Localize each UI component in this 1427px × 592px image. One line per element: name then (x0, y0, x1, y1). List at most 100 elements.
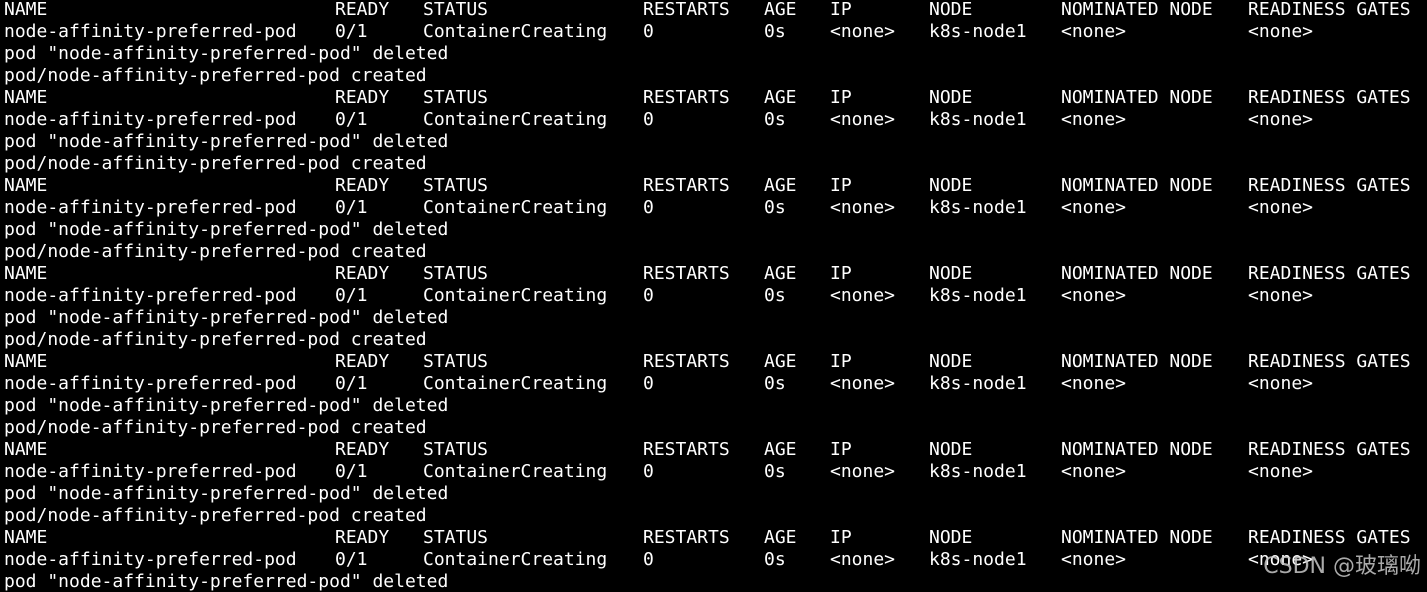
header-age: AGE (764, 175, 797, 196)
pod-ip: <none> (830, 461, 896, 482)
pod-nominated-node: <none> (1061, 373, 1127, 394)
deleted-message: pod "node-affinity-preferred-pod" delete… (4, 307, 449, 328)
watermark: CSDN @玻璃呦 (1263, 554, 1421, 579)
created-message: pod/node-affinity-preferred-pod created (4, 153, 427, 174)
pod-status: ContainerCreating (423, 461, 608, 482)
pod-node: k8s-node1 (929, 461, 1027, 482)
pod-restarts: 0 (643, 285, 654, 306)
created-message: pod/node-affinity-preferred-pod created (4, 65, 427, 86)
table-row: node-affinity-preferred-pod 0/1 Containe… (0, 197, 1427, 219)
pod-nominated-node: <none> (1061, 461, 1127, 482)
pod-status: ContainerCreating (423, 109, 608, 130)
pod-ip: <none> (830, 285, 896, 306)
pod-name: node-affinity-preferred-pod (4, 197, 297, 218)
pod-status: ContainerCreating (423, 285, 608, 306)
table-header: NAME READY STATUS RESTARTS AGE IP NODE N… (0, 351, 1427, 373)
header-ready: READY (335, 351, 390, 372)
pod-status: ContainerCreating (423, 21, 608, 42)
header-ready: READY (335, 87, 390, 108)
header-name: NAME (4, 87, 48, 108)
header-restarts: RESTARTS (643, 175, 730, 196)
header-status: STATUS (423, 527, 489, 548)
table-header: NAME READY STATUS RESTARTS AGE IP NODE N… (0, 439, 1427, 461)
pod-ip: <none> (830, 109, 896, 130)
header-nominated-node: NOMINATED NODE (1061, 87, 1213, 108)
header-restarts: RESTARTS (643, 527, 730, 548)
pod-nominated-node: <none> (1061, 285, 1127, 306)
header-ready: READY (335, 175, 390, 196)
created-message: pod/node-affinity-preferred-pod created (4, 417, 427, 438)
header-readiness-gates: READINESS GATES (1248, 439, 1411, 460)
header-status: STATUS (423, 0, 489, 20)
pod-ip: <none> (830, 197, 896, 218)
pod-nominated-node: <none> (1061, 197, 1127, 218)
pod-age: 0s (764, 461, 786, 482)
header-nominated-node: NOMINATED NODE (1061, 527, 1213, 548)
pod-age: 0s (764, 373, 786, 394)
pod-restarts: 0 (643, 461, 654, 482)
header-ip: IP (830, 527, 852, 548)
header-node: NODE (929, 0, 973, 20)
table-header: NAME READY STATUS RESTARTS AGE IP NODE N… (0, 527, 1427, 549)
table-row: node-affinity-preferred-pod 0/1 Containe… (0, 285, 1427, 307)
pod-node: k8s-node1 (929, 549, 1027, 570)
header-status: STATUS (423, 439, 489, 460)
pod-ready: 0/1 (335, 109, 368, 130)
header-name: NAME (4, 175, 48, 196)
header-restarts: RESTARTS (643, 351, 730, 372)
header-node: NODE (929, 175, 973, 196)
header-restarts: RESTARTS (643, 0, 730, 20)
header-node: NODE (929, 87, 973, 108)
header-restarts: RESTARTS (643, 263, 730, 284)
pod-ip: <none> (830, 373, 896, 394)
header-name: NAME (4, 527, 48, 548)
pod-ready: 0/1 (335, 21, 368, 42)
pod-restarts: 0 (643, 197, 654, 218)
created-message: pod/node-affinity-preferred-pod created (4, 241, 427, 262)
header-readiness-gates: READINESS GATES (1248, 0, 1411, 20)
header-node: NODE (929, 439, 973, 460)
pod-ip: <none> (830, 549, 896, 570)
header-name: NAME (4, 263, 48, 284)
header-ip: IP (830, 175, 852, 196)
header-ready: READY (335, 0, 390, 20)
table-header: NAME READY STATUS RESTARTS AGE IP NODE N… (0, 87, 1427, 109)
pod-ready: 0/1 (335, 549, 368, 570)
pod-readiness-gates: <none> (1248, 109, 1314, 130)
header-ready: READY (335, 439, 390, 460)
pod-node: k8s-node1 (929, 373, 1027, 394)
header-status: STATUS (423, 351, 489, 372)
pod-restarts: 0 (643, 21, 654, 42)
pod-readiness-gates: <none> (1248, 461, 1314, 482)
pod-name: node-affinity-preferred-pod (4, 373, 297, 394)
header-node: NODE (929, 527, 973, 548)
table-row: node-affinity-preferred-pod 0/1 Containe… (0, 109, 1427, 131)
header-nominated-node: NOMINATED NODE (1061, 351, 1213, 372)
pod-age: 0s (764, 109, 786, 130)
header-node: NODE (929, 263, 973, 284)
terminal-window[interactable]: NAME READY STATUS RESTARTS AGE IP NODE N… (0, 0, 1427, 592)
pod-ready: 0/1 (335, 285, 368, 306)
table-header: NAME READY STATUS RESTARTS AGE IP NODE N… (0, 0, 1427, 21)
pod-ready: 0/1 (335, 197, 368, 218)
pod-name: node-affinity-preferred-pod (4, 109, 297, 130)
header-ip: IP (830, 263, 852, 284)
pod-ip: <none> (830, 21, 896, 42)
pod-ready: 0/1 (335, 461, 368, 482)
deleted-message: pod "node-affinity-preferred-pod" delete… (4, 219, 449, 240)
pod-nominated-node: <none> (1061, 549, 1127, 570)
pod-age: 0s (764, 285, 786, 306)
pod-node: k8s-node1 (929, 21, 1027, 42)
header-status: STATUS (423, 175, 489, 196)
header-readiness-gates: READINESS GATES (1248, 351, 1411, 372)
pod-name: node-affinity-preferred-pod (4, 285, 297, 306)
deleted-message: pod "node-affinity-preferred-pod" delete… (4, 131, 449, 152)
header-age: AGE (764, 351, 797, 372)
header-ip: IP (830, 439, 852, 460)
pod-status: ContainerCreating (423, 549, 608, 570)
header-readiness-gates: READINESS GATES (1248, 263, 1411, 284)
pod-restarts: 0 (643, 549, 654, 570)
header-ready: READY (335, 263, 390, 284)
header-ready: READY (335, 527, 390, 548)
header-restarts: RESTARTS (643, 87, 730, 108)
